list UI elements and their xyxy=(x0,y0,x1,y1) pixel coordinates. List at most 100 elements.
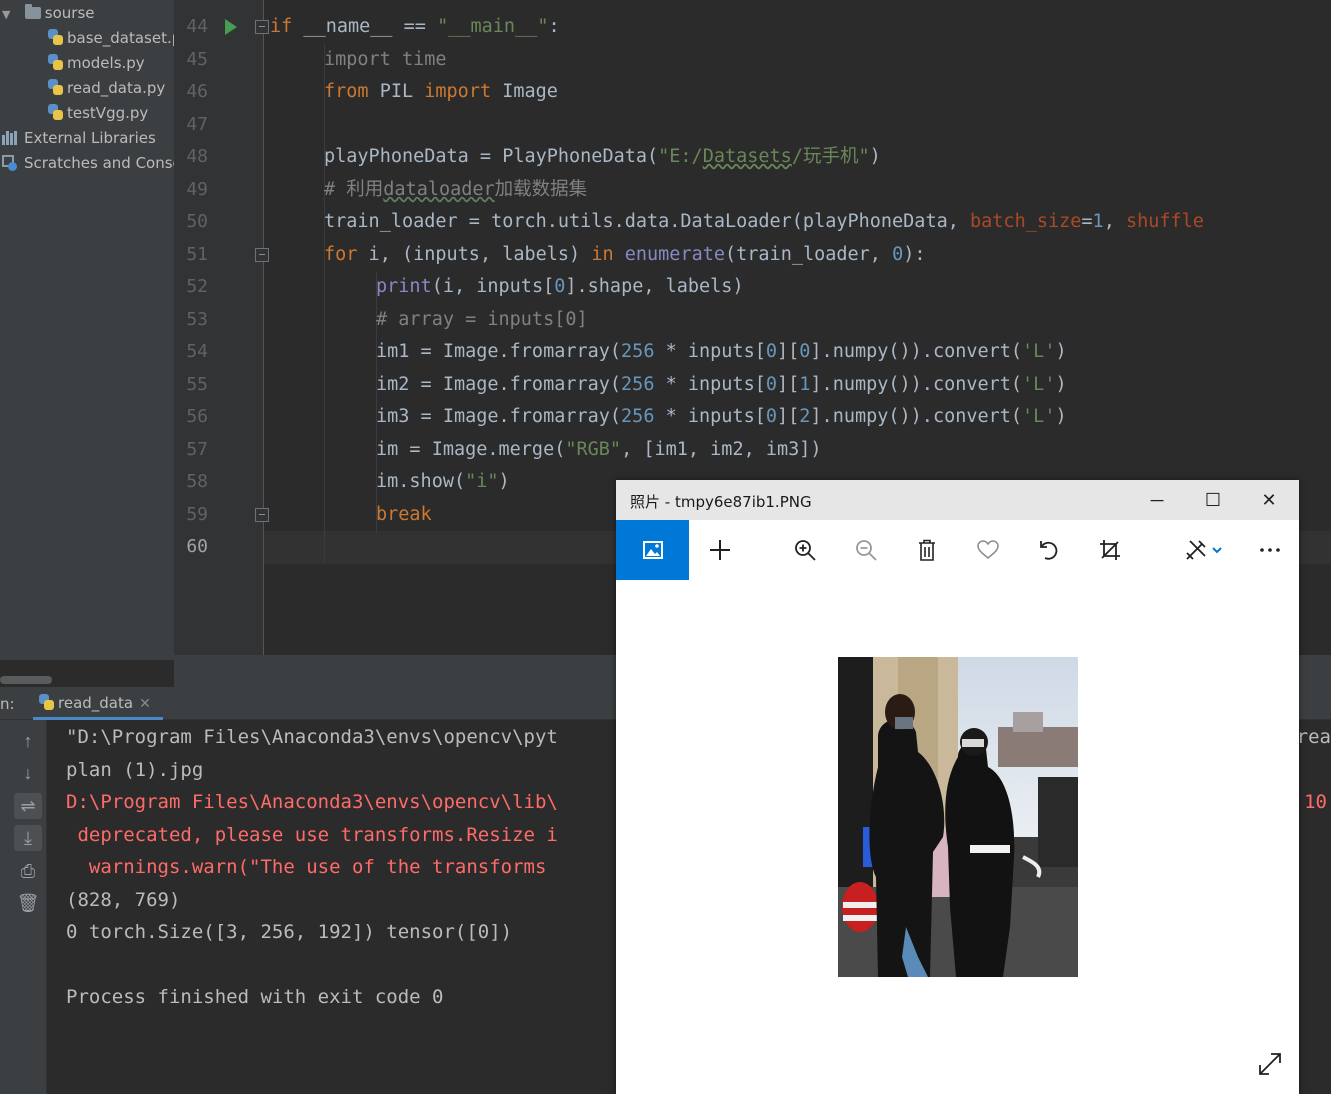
close-icon[interactable]: ✕ xyxy=(139,696,151,712)
scratches-icon xyxy=(2,155,20,171)
tab-read-data[interactable]: read_data ✕ xyxy=(33,687,163,720)
tree-item-label: sourse xyxy=(44,4,95,22)
tree-item-testvgg[interactable]: testVgg.py xyxy=(48,101,148,126)
line-number: 52 xyxy=(186,276,208,297)
code-line-50: train_loader = torch.utils.data.DataLoad… xyxy=(324,211,1204,232)
trash-icon[interactable]: 🗑 xyxy=(14,890,42,916)
tree-item-external-libraries[interactable]: External Libraries xyxy=(2,126,156,151)
tree-item-read-data[interactable]: read_data.py xyxy=(48,76,165,101)
scroll-to-end-icon[interactable]: ⤓ xyxy=(14,825,42,851)
python-file-icon xyxy=(48,54,63,70)
python-file-icon xyxy=(39,694,54,710)
code-line-56: im3 = Image.fromarray(256 * inputs[0][2]… xyxy=(376,406,1067,427)
run-label: n: xyxy=(0,695,15,713)
photo-canvas[interactable] xyxy=(616,580,1299,1094)
print-icon[interactable]: ⎙ xyxy=(14,858,42,884)
line-number: 58 xyxy=(186,471,208,492)
tree-item-label: testVgg.py xyxy=(67,104,149,122)
arrow-up-icon[interactable]: ↑ xyxy=(14,728,42,754)
code-line-57: im = Image.merge("RGB", [im1, im2, im3]) xyxy=(376,439,822,460)
photos-toolbar xyxy=(616,520,1299,580)
code-line-55: im2 = Image.fromarray(256 * inputs[0][1]… xyxy=(376,374,1067,395)
tree-item-base-dataset[interactable]: base_dataset.py xyxy=(48,26,174,51)
console-fragment: rea xyxy=(1296,726,1331,748)
indent-guide xyxy=(324,44,325,564)
line-number: 51 xyxy=(186,243,208,265)
tab-label: read_data xyxy=(58,694,134,712)
image-icon xyxy=(642,541,663,559)
tree-item-label: base_dataset.py xyxy=(67,29,174,47)
rotate-icon xyxy=(1039,541,1057,560)
python-file-icon xyxy=(48,104,63,120)
fold-icon[interactable] xyxy=(255,508,269,522)
console-line: warnings.warn("The use of the transforms xyxy=(66,856,547,878)
tree-item-sourse[interactable]: ▼ sourse xyxy=(2,1,95,26)
more-button[interactable] xyxy=(1239,520,1300,580)
console-line: plan (1).jpg xyxy=(66,759,204,781)
rotate-button[interactable] xyxy=(1018,520,1079,580)
photos-titlebar[interactable]: 照片 - tmpy6e87ib1.PNG ─ ☐ ✕ xyxy=(616,480,1299,520)
zoom-out-icon xyxy=(855,540,877,561)
line-number: 53 xyxy=(186,308,208,330)
line-number: 56 xyxy=(186,406,208,427)
window-title: 照片 - tmpy6e87ib1.PNG xyxy=(630,493,812,511)
edit-create-button[interactable] xyxy=(1171,520,1236,580)
libraries-icon xyxy=(2,131,20,145)
close-button[interactable]: ✕ xyxy=(1241,480,1297,520)
expand-icon[interactable] xyxy=(1256,1050,1284,1078)
code-line-49: # 利用dataloader加载数据集 xyxy=(324,179,588,200)
code-line-54: im1 = Image.fromarray(256 * inputs[0][0]… xyxy=(376,341,1067,362)
line-number: 48 xyxy=(186,146,208,167)
zoom-out-button[interactable] xyxy=(835,520,896,580)
zoom-in-icon xyxy=(794,540,816,561)
fold-icon[interactable] xyxy=(255,248,269,262)
maximize-button[interactable]: ☐ xyxy=(1185,480,1241,520)
edit-create-icon xyxy=(1185,540,1222,560)
python-file-icon xyxy=(48,79,63,95)
add-button[interactable] xyxy=(689,520,750,580)
tree-item-scratches[interactable]: Scratches and Consoles xyxy=(2,151,174,176)
crop-button[interactable] xyxy=(1079,520,1140,580)
run-icon[interactable] xyxy=(225,19,237,35)
line-number: 59 xyxy=(186,503,208,525)
crop-icon xyxy=(1099,540,1120,560)
favorite-button[interactable] xyxy=(957,520,1018,580)
heart-icon xyxy=(976,540,999,559)
line-number: 44 xyxy=(186,16,208,37)
tree-item-label: models.py xyxy=(67,54,145,72)
arrow-down-icon[interactable]: ↓ xyxy=(14,760,42,786)
code-line-46: from PIL import Image xyxy=(324,81,558,102)
chevron-down-icon[interactable]: ▼ xyxy=(2,2,14,27)
tree-item-label: Scratches and Consoles xyxy=(24,154,174,172)
delete-button[interactable] xyxy=(896,520,957,580)
code-line-44: if __name__ == "__main__": xyxy=(270,16,560,37)
photo-image xyxy=(838,657,1078,977)
soft-wrap-icon[interactable]: ⇌ xyxy=(14,793,42,819)
trash-icon xyxy=(918,539,935,561)
zoom-in-button[interactable] xyxy=(774,520,835,580)
code-line-58: im.show("i") xyxy=(376,471,510,492)
view-image-button[interactable] xyxy=(616,520,689,580)
photo-scene xyxy=(838,657,1078,977)
tree-item-label: read_data.py xyxy=(67,79,166,97)
code-line-52: print(i, inputs[0].shape, labels) xyxy=(376,276,744,297)
console-line: "D:\Program Files\Anaconda3\envs\opencv\… xyxy=(66,726,558,748)
code-line-53: # array = inputs[0] xyxy=(376,309,588,330)
plus-icon xyxy=(709,540,730,560)
line-number: 50 xyxy=(186,211,208,232)
console-line: D:\Program Files\Anaconda3\envs\opencv\l… xyxy=(66,791,558,813)
tree-item-models[interactable]: models.py xyxy=(48,51,145,76)
photos-window[interactable]: 照片 - tmpy6e87ib1.PNG ─ ☐ ✕ xyxy=(616,480,1299,1094)
line-number: 49 xyxy=(186,178,208,200)
tree-item-label: External Libraries xyxy=(24,129,156,147)
fold-icon[interactable] xyxy=(255,20,269,34)
folder-icon xyxy=(24,4,41,19)
minimize-button[interactable]: ─ xyxy=(1129,480,1185,520)
project-scrollbar[interactable] xyxy=(0,676,52,684)
console-line: 0 torch.Size([3, 256, 192]) tensor([0]) xyxy=(66,921,513,943)
code-line-48: playPhoneData = PlayPhoneData("E:/Datase… xyxy=(324,146,881,167)
console-line: deprecated, please use transforms.Resize… xyxy=(66,824,558,846)
line-number: 60 xyxy=(186,536,208,557)
line-number: 45 xyxy=(186,48,208,70)
python-file-icon xyxy=(48,29,63,45)
